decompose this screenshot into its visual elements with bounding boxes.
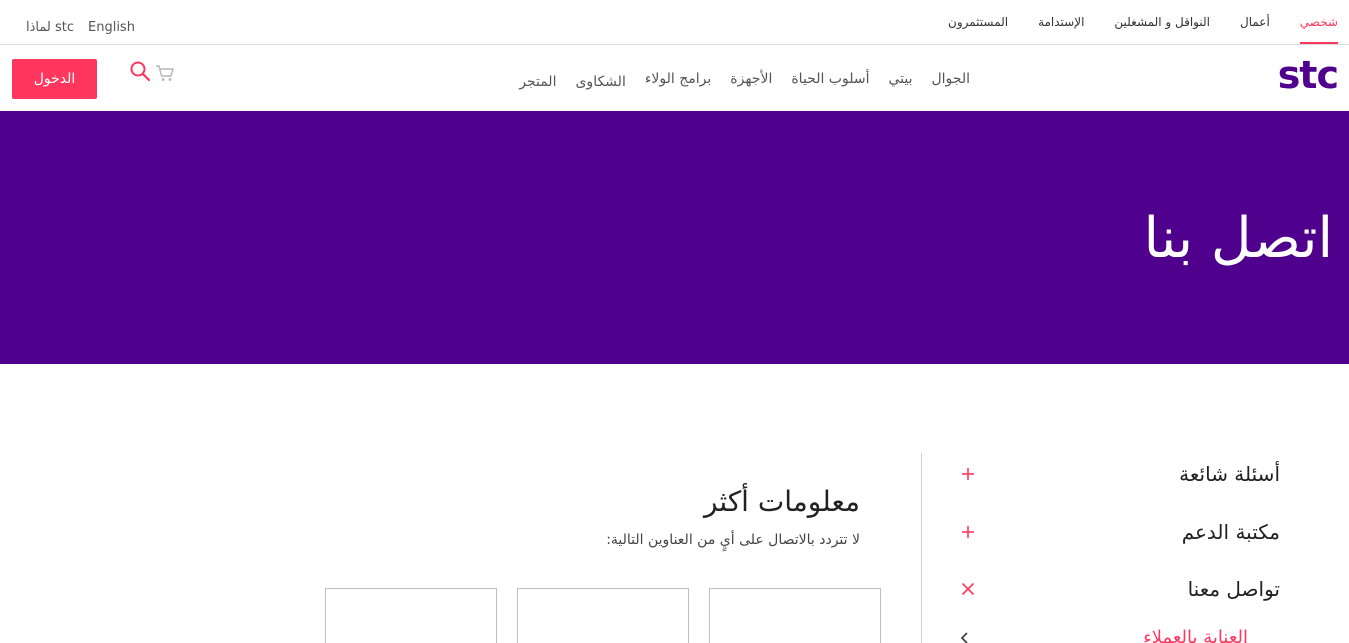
page-title: اتصل بنا [1143, 206, 1333, 271]
segment-carriers[interactable]: النواقل و المشغلين [1114, 0, 1210, 44]
language-switch[interactable]: English [88, 20, 135, 35]
accordion-faq-label: أسئلة شائعة [1179, 462, 1280, 486]
contact-card [517, 588, 689, 643]
more-info-title: معلومات أكثر [703, 485, 860, 518]
plus-icon[interactable] [960, 466, 976, 482]
nav-item-devices[interactable]: الأجهزة [730, 71, 772, 90]
chevron-left-icon[interactable] [957, 630, 973, 643]
contact-card [325, 588, 497, 643]
customer-care-link[interactable]: العناية بالعملاء [1143, 627, 1248, 643]
nav-item-loyalty[interactable]: برامج الولاء [645, 71, 711, 90]
nav-item-home[interactable]: بيتي [888, 71, 912, 90]
hero-banner: اتصل بنا [0, 111, 1349, 364]
page: شخصي أعمال النواقل و المشغلين الإستدامة … [0, 0, 1349, 643]
segment-tabs: شخصي أعمال النواقل و المشغلين الإستدامة … [918, 0, 1339, 44]
segment-investors[interactable]: المستثمرون [948, 0, 1008, 44]
more-info-subtitle: لا تتردد بالاتصال على أيٍ من العناوين ال… [606, 532, 860, 548]
stc-logo[interactable]: stc [1278, 56, 1339, 94]
segment-business[interactable]: أعمال [1240, 0, 1270, 44]
accordion-support-library[interactable]: مكتبة الدعم [960, 516, 1280, 548]
nav-item-store[interactable]: المتجر [519, 74, 556, 90]
nav-item-complaints[interactable]: الشكاوى [575, 74, 625, 90]
top-utility-bar: شخصي أعمال النواقل و المشغلين الإستدامة … [0, 0, 1349, 45]
segment-sustainability[interactable]: الإستدامة [1038, 0, 1084, 44]
login-button[interactable]: الدخول [12, 59, 97, 99]
accordion-contact-us[interactable]: تواصل معنا [960, 573, 1280, 605]
main-nav: stc الجوال بيتي أسلوب الحياة الأجهزة برا… [0, 45, 1349, 111]
accordion-contact-us-label: تواصل معنا [1187, 577, 1280, 601]
column-divider [921, 453, 922, 643]
accordion-support-library-label: مكتبة الدعم [1181, 520, 1280, 544]
nav-links: الجوال بيتي أسلوب الحياة الأجهزة برامج ا… [519, 71, 970, 90]
why-stc-link[interactable]: لماذا stc [26, 20, 74, 35]
nav-item-mobile[interactable]: الجوال [932, 71, 971, 90]
nav-item-lifestyle[interactable]: أسلوب الحياة [791, 71, 869, 90]
plus-icon[interactable] [960, 524, 976, 540]
search-icon[interactable] [129, 60, 151, 82]
close-icon[interactable] [960, 581, 976, 597]
accordion-faq[interactable]: أسئلة شائعة [960, 458, 1280, 490]
segment-personal[interactable]: شخصي [1299, 0, 1339, 44]
contact-card [709, 588, 881, 643]
cart-icon[interactable] [155, 63, 175, 83]
